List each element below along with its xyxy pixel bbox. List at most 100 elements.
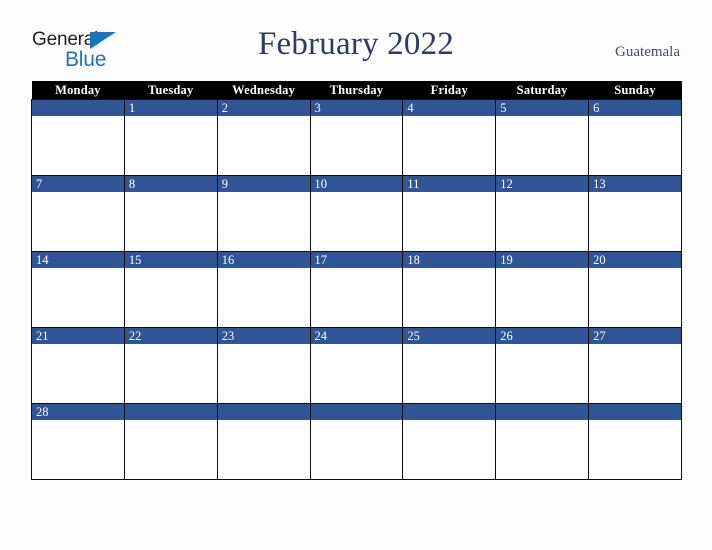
calendar-day-cell[interactable]: 3 (309, 99, 404, 176)
day-cell-body[interactable] (589, 344, 681, 402)
calendar-day-cell[interactable]: 4 (402, 99, 497, 176)
day-cell-body[interactable] (403, 344, 496, 402)
day-number: 13 (589, 176, 681, 192)
calendar-day-cell[interactable]: 24 (309, 327, 404, 404)
calendar-day-cell[interactable]: 1 (123, 99, 218, 176)
day-cell-body[interactable] (403, 192, 496, 250)
calendar-day-cell[interactable]: 5 (495, 99, 590, 176)
day-number: 2 (217, 100, 310, 116)
calendar-day-cell[interactable]: 16 (216, 251, 311, 328)
page-title: February 2022 (258, 26, 454, 62)
calendar-day-cell[interactable]: 9 (216, 175, 311, 252)
day-number: 4 (403, 100, 496, 116)
calendar-day-cell[interactable] (495, 403, 590, 480)
calendar-day-cell[interactable]: 27 (588, 327, 682, 404)
day-number: 24 (310, 328, 403, 344)
calendar-day-cell[interactable]: 7 (31, 175, 125, 252)
calendar-day-cell[interactable]: 26 (495, 327, 590, 404)
day-cell-body[interactable] (217, 268, 310, 326)
calendar-day-cell[interactable]: 20 (588, 251, 682, 328)
day-cell-body[interactable] (589, 268, 681, 326)
day-number: 17 (310, 252, 403, 268)
calendar-day-cell[interactable]: 13 (588, 175, 682, 252)
day-cell-body[interactable] (124, 344, 217, 402)
day-cell-body[interactable] (124, 116, 217, 174)
day-cell-body[interactable] (403, 268, 496, 326)
calendar-day-cell[interactable]: 6 (588, 99, 682, 176)
calendar-day-cell[interactable] (216, 403, 311, 480)
day-cell-body[interactable] (403, 116, 496, 174)
day-cell-body[interactable] (32, 344, 124, 402)
calendar-day-cell[interactable]: 2 (216, 99, 311, 176)
day-number (496, 404, 589, 420)
calendar-day-cell[interactable] (123, 403, 218, 480)
day-number: 28 (32, 404, 124, 420)
weekday-header-friday: Friday (402, 81, 496, 100)
day-cell-body[interactable] (32, 420, 124, 478)
day-cell-body[interactable] (217, 192, 310, 250)
calendar-day-cell[interactable]: 14 (31, 251, 125, 328)
day-number: 22 (124, 328, 217, 344)
calendar-day-cell[interactable]: 18 (402, 251, 497, 328)
weekday-header-sunday: Sunday (588, 81, 682, 100)
calendar-day-cell[interactable]: 10 (309, 175, 404, 252)
day-cell-body[interactable] (32, 192, 124, 250)
day-cell-body[interactable] (310, 116, 403, 174)
weekday-header-monday: Monday (31, 81, 125, 100)
day-cell-body[interactable] (589, 420, 681, 478)
day-cell-body[interactable] (32, 116, 124, 174)
calendar-day-cell[interactable]: 15 (123, 251, 218, 328)
day-cell-body[interactable] (310, 420, 403, 478)
calendar-day-cell[interactable]: 25 (402, 327, 497, 404)
calendar-day-cell[interactable]: 19 (495, 251, 590, 328)
day-number: 16 (217, 252, 310, 268)
day-number: 18 (403, 252, 496, 268)
day-number: 15 (124, 252, 217, 268)
day-cell-body[interactable] (496, 420, 589, 478)
day-cell-body[interactable] (310, 344, 403, 402)
calendar-day-cell[interactable]: 22 (123, 327, 218, 404)
day-cell-body[interactable] (32, 268, 124, 326)
calendar-day-cell[interactable]: 21 (31, 327, 125, 404)
calendar-day-cell[interactable]: 8 (123, 175, 218, 252)
calendar-day-cell[interactable]: 28 (31, 403, 125, 480)
day-cell-body[interactable] (124, 268, 217, 326)
calendar-day-cell[interactable] (31, 99, 125, 176)
day-number: 20 (589, 252, 681, 268)
page-header: General Blue February 2022 Guatemala (0, 0, 712, 80)
day-number: 11 (403, 176, 496, 192)
day-number (32, 100, 124, 116)
day-cell-body[interactable] (124, 420, 217, 478)
day-cell-body[interactable] (589, 116, 681, 174)
day-cell-body[interactable] (496, 116, 589, 174)
calendar-day-cell[interactable] (309, 403, 404, 480)
day-cell-body[interactable] (217, 116, 310, 174)
calendar-week-row: 1 2 3 4 5 6 (31, 99, 682, 176)
calendar-day-cell[interactable]: 11 (402, 175, 497, 252)
day-number (310, 404, 403, 420)
day-number: 19 (496, 252, 589, 268)
calendar-day-cell[interactable] (402, 403, 497, 480)
calendar-day-cell[interactable]: 17 (309, 251, 404, 328)
weekday-header-thursday: Thursday (310, 81, 403, 100)
day-cell-body[interactable] (310, 268, 403, 326)
day-cell-body[interactable] (589, 192, 681, 250)
country-label: Guatemala (615, 44, 680, 60)
day-number: 5 (496, 100, 589, 116)
day-number: 9 (217, 176, 310, 192)
day-cell-body[interactable] (496, 268, 589, 326)
day-cell-body[interactable] (403, 420, 496, 478)
day-number: 8 (124, 176, 217, 192)
day-cell-body[interactable] (310, 192, 403, 250)
day-cell-body[interactable] (217, 344, 310, 402)
day-number: 26 (496, 328, 589, 344)
day-number: 10 (310, 176, 403, 192)
calendar-day-cell[interactable]: 12 (495, 175, 590, 252)
day-cell-body[interactable] (496, 192, 589, 250)
day-cell-body[interactable] (217, 420, 310, 478)
weekday-header-tuesday: Tuesday (124, 81, 218, 100)
calendar-day-cell[interactable]: 23 (216, 327, 311, 404)
day-cell-body[interactable] (496, 344, 589, 402)
calendar-day-cell[interactable] (588, 403, 682, 480)
day-cell-body[interactable] (124, 192, 217, 250)
